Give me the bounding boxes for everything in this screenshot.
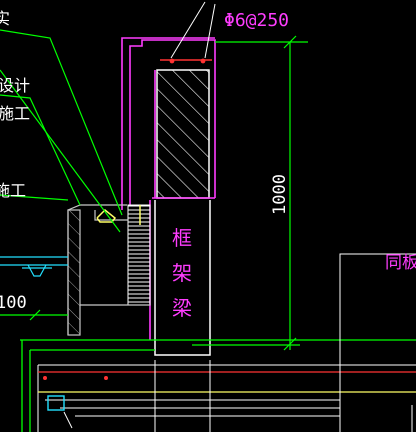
right-note: 同板钢 xyxy=(385,253,416,273)
beam-label-char: 架 xyxy=(172,261,192,285)
rebar-dot xyxy=(43,376,47,380)
rebar-spec-label: Φ6@250 xyxy=(224,10,289,31)
left-note-3: 施工 xyxy=(0,104,30,123)
rebar-top xyxy=(160,58,212,64)
left-note-1: 实 xyxy=(0,9,10,28)
rebar-dot xyxy=(104,376,108,380)
beam-label-char: 梁 xyxy=(172,296,192,320)
gutter-detail xyxy=(0,256,68,277)
bottom-slab xyxy=(20,339,416,432)
green-leaders xyxy=(0,29,123,233)
left-note-2: 设计 xyxy=(0,76,30,95)
insulation-hatched-strip xyxy=(127,204,151,306)
left-note-4: 施工 xyxy=(0,181,26,200)
left-notes: 实 设计 施工 施工 xyxy=(0,9,30,200)
beam-label-char: 框 xyxy=(172,226,192,250)
cad-drawing-canvas: Φ6@250 1000 框 架 梁 实 设计 施工 施工 100 同板 xyxy=(0,1,416,432)
dimension-vertical-label: 1000 xyxy=(270,174,290,215)
beam-hatched-section xyxy=(156,69,210,199)
left-dimension: 100 xyxy=(0,293,68,321)
rebar-dot xyxy=(169,58,175,64)
left-dimension-label: 100 xyxy=(0,293,27,313)
rebar-dot xyxy=(200,58,206,64)
rebar-leader xyxy=(170,1,216,59)
beam-label: 框 架 梁 xyxy=(172,226,192,320)
